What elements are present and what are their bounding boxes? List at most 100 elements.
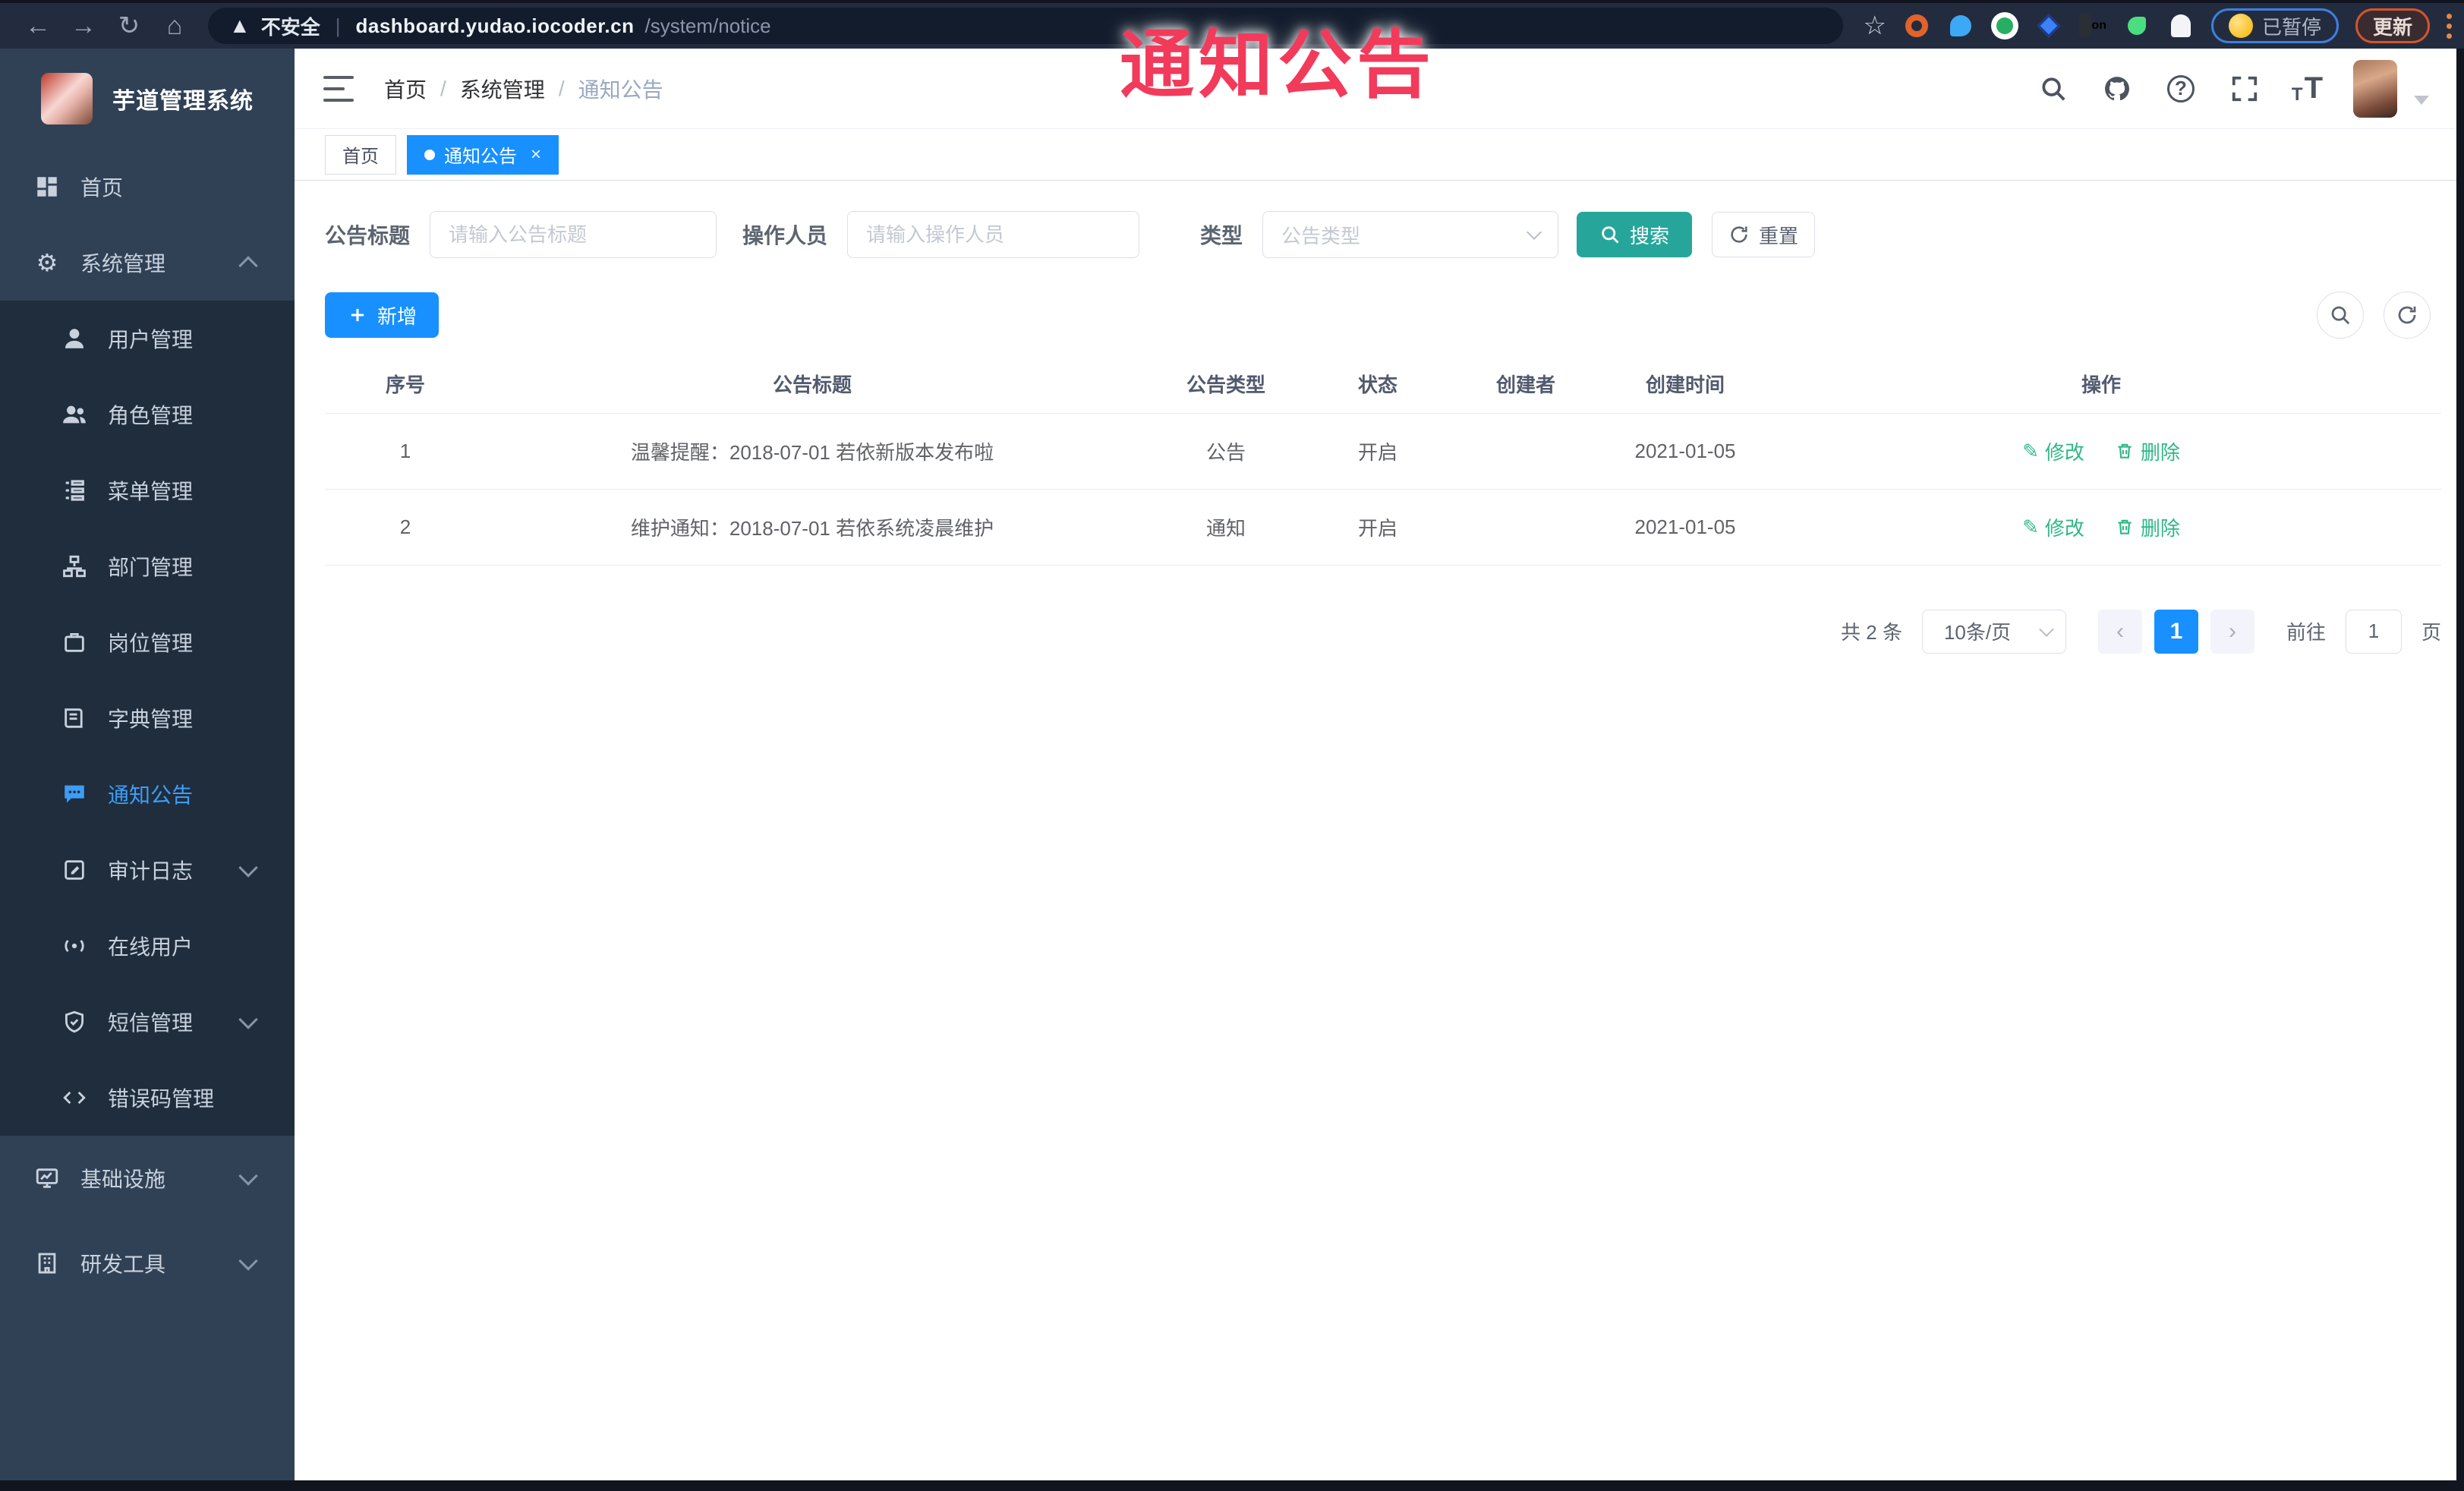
- tab-notice[interactable]: 通知公告 ×: [407, 134, 559, 175]
- sidebar-item-roles[interactable]: 角色管理: [0, 377, 295, 452]
- close-icon[interactable]: ×: [531, 144, 541, 165]
- toggle-search-button[interactable]: [2317, 292, 2364, 339]
- col-actions: 操作: [1761, 355, 2441, 414]
- cell-creator: [1442, 489, 1609, 566]
- prev-page-button[interactable]: ‹: [2097, 609, 2142, 654]
- reload-icon[interactable]: ↻: [109, 6, 149, 46]
- sidebar-item-dictionary[interactable]: 字典管理: [0, 680, 295, 756]
- extension-icon-3[interactable]: [1990, 12, 2018, 39]
- pencil-icon: ✎: [2022, 439, 2039, 462]
- search-icon: [1602, 226, 1619, 244]
- table-row: 2 维护通知：2018-07-01 若依系统凌晨维护 通知 开启 2021-01…: [325, 489, 2441, 566]
- col-type: 公告类型: [1139, 355, 1313, 414]
- extension-icon-1[interactable]: [1903, 12, 1930, 39]
- back-icon[interactable]: ←: [18, 6, 58, 46]
- forward-icon[interactable]: →: [64, 6, 103, 46]
- refresh-icon: [1731, 226, 1747, 243]
- next-page-button[interactable]: ›: [2210, 609, 2254, 654]
- cell-status: 开启: [1313, 489, 1442, 566]
- edit-link[interactable]: ✎ 修改: [2022, 513, 2084, 541]
- row-actions: ✎ 修改 删除: [1761, 437, 2441, 465]
- delete-link[interactable]: 删除: [2115, 437, 2180, 465]
- edit-link[interactable]: ✎ 修改: [2022, 437, 2084, 465]
- bookmark-star-icon[interactable]: ☆: [1863, 11, 1886, 41]
- search-icon[interactable]: [2037, 72, 2070, 106]
- address-divider: |: [335, 14, 341, 37]
- logo-avatar: [41, 73, 93, 125]
- breadcrumb-system[interactable]: 系统管理: [460, 74, 545, 104]
- search-button[interactable]: 搜索: [1577, 212, 1693, 257]
- search-icon: [2331, 306, 2350, 325]
- table-header-row: 序号 公告标题 公告类型 状态 创建者 创建时间 操作: [325, 355, 2441, 414]
- page-size-select[interactable]: 10条/页: [1921, 609, 2066, 654]
- sidebar-item-dev-tools[interactable]: 研发工具: [0, 1221, 295, 1306]
- sidebar-item-notice[interactable]: 通知公告: [0, 756, 295, 832]
- home-icon[interactable]: ⌂: [155, 6, 194, 46]
- gear-icon: ⚙: [36, 249, 58, 276]
- reset-button[interactable]: 重置: [1712, 212, 1816, 257]
- chevron-down-icon: [238, 1010, 258, 1029]
- goto-page-input[interactable]: [2345, 609, 2402, 654]
- sidebar-item-home[interactable]: 首页: [0, 149, 295, 225]
- dashboard-icon: [33, 173, 61, 200]
- extension-icon-5[interactable]: on: [2078, 12, 2106, 39]
- operator-filter-input[interactable]: [847, 211, 1140, 258]
- paused-profile-chip[interactable]: 已暂停: [2210, 8, 2339, 43]
- sidebar-item-departments[interactable]: 部门管理: [0, 528, 295, 604]
- sidebar-item-menus[interactable]: 菜单管理: [0, 452, 295, 528]
- app-logo[interactable]: 芋道管理系统: [0, 49, 295, 149]
- breadcrumb-home[interactable]: 首页: [384, 74, 427, 104]
- window-frame-right: [2456, 49, 2464, 1491]
- tab-home[interactable]: 首页: [325, 134, 396, 175]
- extension-icon-2[interactable]: [1947, 12, 1974, 39]
- sidebar-item-posts[interactable]: 岗位管理: [0, 604, 295, 680]
- add-button[interactable]: 新增: [325, 292, 439, 338]
- sidebar-item-sms[interactable]: 短信管理: [0, 984, 295, 1060]
- breadcrumb-separator: /: [440, 76, 446, 100]
- col-creator: 创建者: [1442, 355, 1609, 414]
- url-host[interactable]: dashboard.yudao.iocoder.cn: [356, 14, 635, 38]
- cell-type: 公告: [1139, 413, 1313, 490]
- title-filter-input[interactable]: [430, 211, 717, 258]
- fullscreen-icon[interactable]: [2228, 72, 2261, 106]
- address-bar[interactable]: ▲ 不安全 | dashboard.yudao.iocoder.cn/syste…: [208, 8, 1844, 44]
- user-avatar[interactable]: [2353, 59, 2397, 118]
- sidebar-item-system[interactable]: ⚙ 系统管理: [0, 225, 295, 301]
- sidebar-item-users[interactable]: 用户管理: [0, 301, 295, 377]
- pager: ‹ 1 ›: [2097, 609, 2254, 654]
- notice-table: 序号 公告标题 公告类型 状态 创建者 创建时间 操作 1 温馨提醒：2018-…: [325, 355, 2441, 566]
- extension-icon-7[interactable]: [2167, 12, 2195, 39]
- help-icon[interactable]: ?: [2164, 72, 2198, 106]
- refresh-table-button[interactable]: [2384, 292, 2431, 339]
- extension-icon-6[interactable]: [2123, 12, 2150, 39]
- browser-update-button[interactable]: 更新: [2355, 8, 2430, 43]
- pagination: 共 2 条 10条/页 ‹ 1 › 前往 页: [325, 609, 2441, 654]
- chevron-up-icon: [238, 256, 258, 276]
- breadcrumb-notice: 通知公告: [578, 77, 663, 102]
- sidebar: 芋道管理系统 首页 ⚙ 系统管理 用户管理 角色管理 菜单管理 部门管理 岗位管…: [0, 49, 295, 1491]
- chevron-down-icon: [2039, 621, 2054, 637]
- col-created: 创建时间: [1609, 355, 1761, 414]
- type-select[interactable]: 公告类型: [1262, 211, 1559, 258]
- sidebar-item-error-codes[interactable]: 错误码管理: [0, 1060, 295, 1136]
- not-secure-label[interactable]: 不安全: [261, 12, 320, 40]
- not-secure-warning-icon[interactable]: ▲: [229, 14, 250, 38]
- sidebar-item-online-users[interactable]: 在线用户: [0, 908, 295, 984]
- caret-down-icon[interactable]: [2414, 95, 2429, 105]
- github-icon[interactable]: [2100, 72, 2134, 106]
- current-page-button[interactable]: 1: [2154, 609, 2198, 654]
- url-path[interactable]: /system/notice: [644, 14, 770, 38]
- font-size-icon[interactable]: TT: [2292, 71, 2323, 106]
- browser-toolbar-right: ☆ on 已暂停 更新: [1863, 8, 2452, 43]
- extension-icon-4[interactable]: [2035, 12, 2062, 39]
- browser-menu-icon[interactable]: [2447, 13, 2452, 39]
- app-title: 芋道管理系统: [112, 89, 254, 114]
- sidebar-item-infrastructure[interactable]: 基础设施: [0, 1136, 295, 1221]
- system-submenu: 用户管理 角色管理 菜单管理 部门管理 岗位管理 字典管理 通知公告 审计日志 …: [0, 301, 295, 1136]
- delete-link[interactable]: 删除: [2115, 513, 2180, 541]
- sidebar-item-audit-log[interactable]: 审计日志: [0, 832, 295, 908]
- menu-tree-icon: [61, 477, 88, 504]
- toolbar-right-buttons: [2317, 292, 2431, 339]
- sidebar-toggle-icon[interactable]: [323, 75, 354, 102]
- user-icon: [61, 325, 88, 352]
